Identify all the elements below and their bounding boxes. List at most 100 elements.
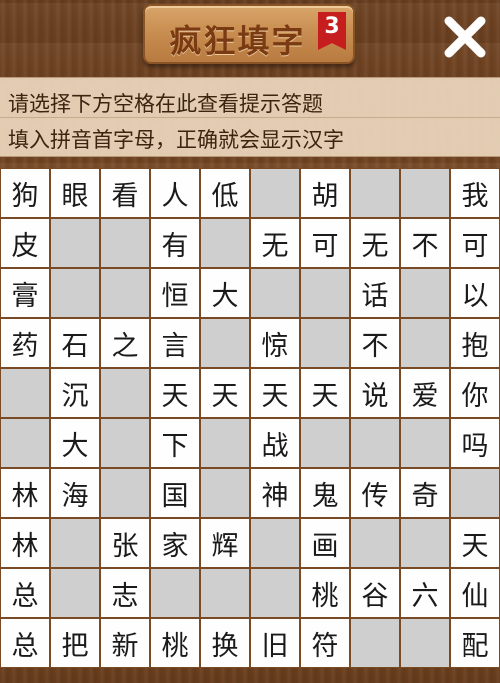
grid-cell-filled[interactable]: 看 bbox=[100, 168, 150, 218]
grid-cell-empty[interactable] bbox=[0, 368, 50, 418]
grid-cell-filled[interactable]: 辉 bbox=[200, 518, 250, 568]
grid-cell-filled[interactable]: 旧 bbox=[250, 618, 300, 668]
grid-cell-filled[interactable]: 言 bbox=[150, 318, 200, 368]
grid-cell-empty[interactable] bbox=[200, 218, 250, 268]
grid-cell-filled[interactable]: 六 bbox=[400, 568, 450, 618]
grid-cell-empty[interactable] bbox=[400, 318, 450, 368]
grid-cell-empty[interactable] bbox=[50, 218, 100, 268]
grid-cell-empty[interactable] bbox=[400, 168, 450, 218]
grid-cell-filled[interactable]: 低 bbox=[200, 168, 250, 218]
grid-cell-empty[interactable] bbox=[300, 418, 350, 468]
grid-cell-filled[interactable]: 说 bbox=[350, 368, 400, 418]
grid-cell-empty[interactable] bbox=[200, 418, 250, 468]
grid-cell-filled[interactable]: 谷 bbox=[350, 568, 400, 618]
grid-cell-filled[interactable]: 无 bbox=[350, 218, 400, 268]
grid-cell-filled[interactable]: 配 bbox=[450, 618, 500, 668]
grid-cell-filled[interactable]: 战 bbox=[250, 418, 300, 468]
grid-cell-filled[interactable]: 惊 bbox=[250, 318, 300, 368]
grid-cell-filled[interactable]: 鬼 bbox=[300, 468, 350, 518]
grid-cell-filled[interactable]: 天 bbox=[300, 368, 350, 418]
grid-cell-empty[interactable] bbox=[400, 418, 450, 468]
grid-cell-filled[interactable]: 天 bbox=[150, 368, 200, 418]
grid-cell-empty[interactable] bbox=[300, 268, 350, 318]
grid-cell-filled[interactable]: 国 bbox=[150, 468, 200, 518]
grid-cell-empty[interactable] bbox=[100, 268, 150, 318]
grid-cell-filled[interactable]: 下 bbox=[150, 418, 200, 468]
grid-cell-filled[interactable]: 我 bbox=[450, 168, 500, 218]
grid-cell-filled[interactable]: 总 bbox=[0, 618, 50, 668]
grid-cell-filled[interactable]: 符 bbox=[300, 618, 350, 668]
grid-cell-filled[interactable]: 可 bbox=[300, 218, 350, 268]
grid-cell-empty[interactable] bbox=[0, 418, 50, 468]
grid-cell-filled[interactable]: 天 bbox=[250, 368, 300, 418]
grid-cell-empty[interactable] bbox=[400, 618, 450, 668]
grid-cell-empty[interactable] bbox=[50, 568, 100, 618]
grid-cell-filled[interactable]: 天 bbox=[450, 518, 500, 568]
grid-cell-filled[interactable]: 无 bbox=[250, 218, 300, 268]
grid-cell-filled[interactable]: 可 bbox=[450, 218, 500, 268]
grid-cell-empty[interactable] bbox=[250, 518, 300, 568]
grid-cell-filled[interactable]: 爱 bbox=[400, 368, 450, 418]
grid-cell-filled[interactable]: 眼 bbox=[50, 168, 100, 218]
grid-cell-empty[interactable] bbox=[200, 468, 250, 518]
grid-cell-filled[interactable]: 换 bbox=[200, 618, 250, 668]
grid-cell-filled[interactable]: 胡 bbox=[300, 168, 350, 218]
grid-cell-empty[interactable] bbox=[50, 518, 100, 568]
grid-cell-filled[interactable]: 海 bbox=[50, 468, 100, 518]
grid-cell-filled[interactable]: 膏 bbox=[0, 268, 50, 318]
grid-cell-filled[interactable]: 之 bbox=[100, 318, 150, 368]
grid-cell-empty[interactable] bbox=[350, 168, 400, 218]
grid-cell-empty[interactable] bbox=[250, 168, 300, 218]
grid-cell-empty[interactable] bbox=[450, 468, 500, 518]
grid-cell-filled[interactable]: 沉 bbox=[50, 368, 100, 418]
grid-cell-filled[interactable]: 新 bbox=[100, 618, 150, 668]
grid-cell-filled[interactable]: 林 bbox=[0, 468, 50, 518]
grid-cell-empty[interactable] bbox=[150, 568, 200, 618]
grid-cell-empty[interactable] bbox=[50, 268, 100, 318]
grid-cell-filled[interactable]: 奇 bbox=[400, 468, 450, 518]
grid-cell-filled[interactable]: 不 bbox=[400, 218, 450, 268]
grid-cell-filled[interactable]: 抱 bbox=[450, 318, 500, 368]
grid-cell-filled[interactable]: 桃 bbox=[300, 568, 350, 618]
grid-cell-filled[interactable]: 恒 bbox=[150, 268, 200, 318]
grid-cell-filled[interactable]: 家 bbox=[150, 518, 200, 568]
grid-cell-filled[interactable]: 仙 bbox=[450, 568, 500, 618]
grid-cell-filled[interactable]: 大 bbox=[50, 418, 100, 468]
grid-cell-filled[interactable]: 桃 bbox=[150, 618, 200, 668]
grid-cell-filled[interactable]: 吗 bbox=[450, 418, 500, 468]
close-button[interactable] bbox=[438, 10, 492, 64]
grid-cell-empty[interactable] bbox=[300, 318, 350, 368]
grid-cell-filled[interactable]: 林 bbox=[0, 518, 50, 568]
grid-cell-empty[interactable] bbox=[350, 518, 400, 568]
grid-cell-empty[interactable] bbox=[250, 568, 300, 618]
grid-cell-filled[interactable]: 皮 bbox=[0, 218, 50, 268]
grid-cell-filled[interactable]: 石 bbox=[50, 318, 100, 368]
grid-cell-filled[interactable]: 张 bbox=[100, 518, 150, 568]
grid-cell-empty[interactable] bbox=[200, 568, 250, 618]
grid-cell-empty[interactable] bbox=[100, 218, 150, 268]
grid-cell-filled[interactable]: 话 bbox=[350, 268, 400, 318]
grid-cell-empty[interactable] bbox=[400, 518, 450, 568]
grid-cell-empty[interactable] bbox=[100, 368, 150, 418]
grid-cell-filled[interactable]: 传 bbox=[350, 468, 400, 518]
grid-cell-filled[interactable]: 药 bbox=[0, 318, 50, 368]
grid-cell-filled[interactable]: 有 bbox=[150, 218, 200, 268]
grid-cell-empty[interactable] bbox=[250, 268, 300, 318]
grid-cell-filled[interactable]: 不 bbox=[350, 318, 400, 368]
grid-cell-filled[interactable]: 画 bbox=[300, 518, 350, 568]
grid-cell-filled[interactable]: 人 bbox=[150, 168, 200, 218]
grid-cell-filled[interactable]: 志 bbox=[100, 568, 150, 618]
grid-cell-empty[interactable] bbox=[100, 418, 150, 468]
grid-cell-filled[interactable]: 把 bbox=[50, 618, 100, 668]
grid-cell-filled[interactable]: 以 bbox=[450, 268, 500, 318]
grid-cell-filled[interactable]: 天 bbox=[200, 368, 250, 418]
grid-cell-empty[interactable] bbox=[400, 268, 450, 318]
grid-cell-filled[interactable]: 大 bbox=[200, 268, 250, 318]
grid-cell-empty[interactable] bbox=[100, 468, 150, 518]
grid-cell-filled[interactable]: 你 bbox=[450, 368, 500, 418]
grid-cell-empty[interactable] bbox=[350, 618, 400, 668]
grid-cell-empty[interactable] bbox=[200, 318, 250, 368]
grid-cell-filled[interactable]: 总 bbox=[0, 568, 50, 618]
grid-cell-filled[interactable]: 狗 bbox=[0, 168, 50, 218]
grid-cell-empty[interactable] bbox=[350, 418, 400, 468]
